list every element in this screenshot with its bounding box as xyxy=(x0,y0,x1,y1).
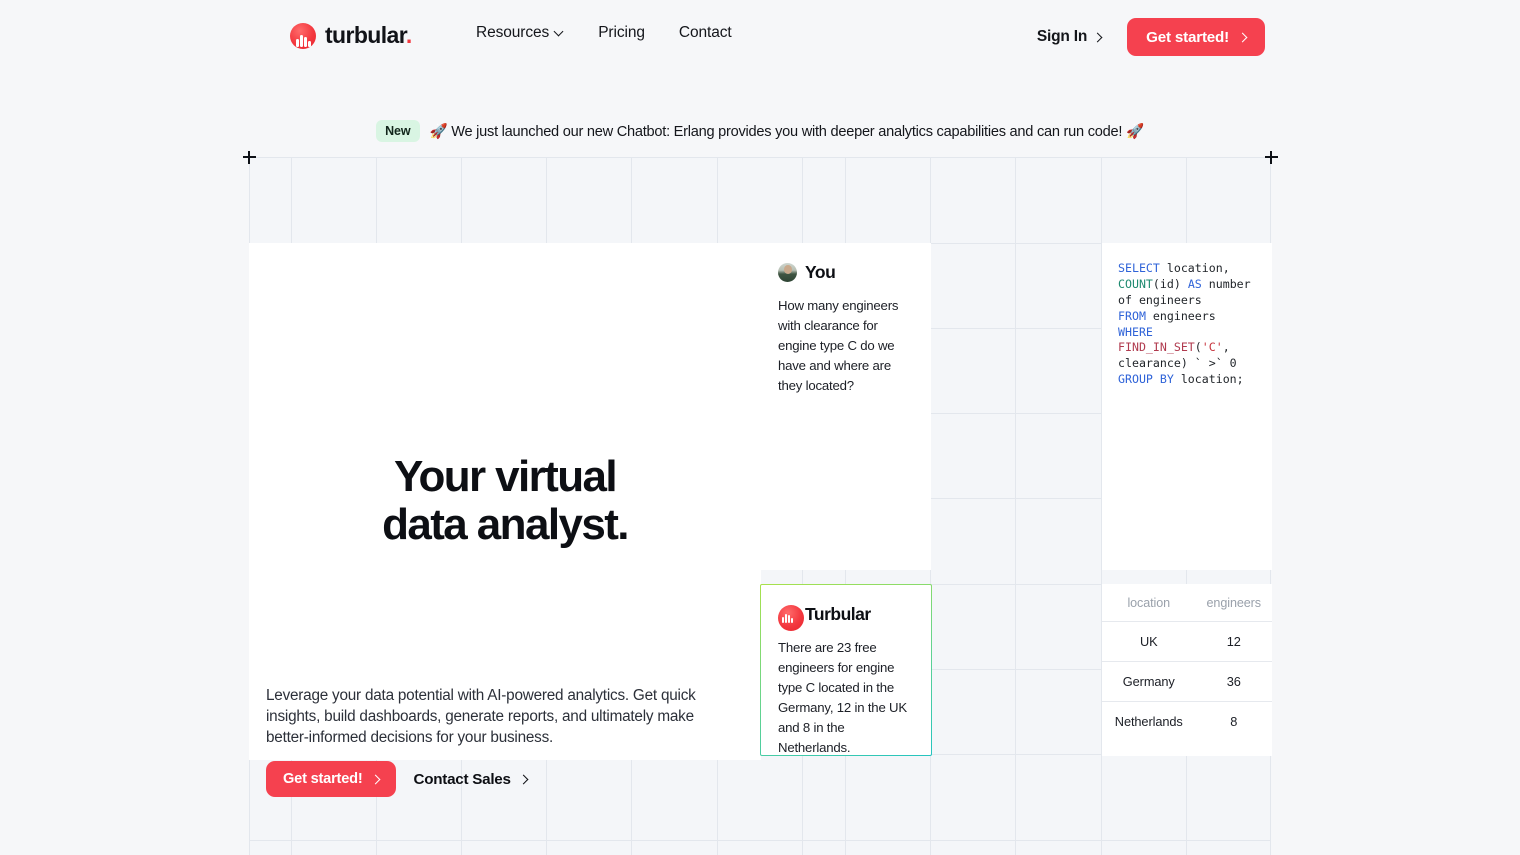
sql-token: AS xyxy=(1187,276,1202,291)
hero-title-line-2: data analyst. xyxy=(382,500,629,550)
chat-assistant-name: Turbular xyxy=(805,604,871,624)
chat-user-message: How many engineers with clearance for en… xyxy=(778,298,899,394)
sql-code-block: SELECT location, COUNT(id) AS number of … xyxy=(1118,261,1260,388)
corner-plus-marker-top-left xyxy=(242,150,256,164)
chevron-right-icon xyxy=(370,774,380,784)
sign-in-label: Sign In xyxy=(1036,28,1088,45)
brand-logo[interactable]: turbular. xyxy=(290,22,412,49)
main-nav: Resources Pricing Contact xyxy=(476,24,732,42)
nav-item-pricing[interactable]: Pricing xyxy=(598,24,645,42)
corner-plus-marker-top-right xyxy=(1264,150,1278,164)
announcement-text: 🚀 We just launched our new Chatbot: Erla… xyxy=(429,124,1145,140)
table-body: UK 12 Germany 36 Netherlands 8 xyxy=(1102,621,1272,742)
nav-label-contact: Contact xyxy=(678,24,732,41)
sql-token: ( xyxy=(1194,340,1202,355)
hero-subtitle: Leverage your data potential with AI-pow… xyxy=(266,687,696,746)
cell-engineers: 12 xyxy=(1195,621,1272,662)
chevron-down-icon xyxy=(555,28,564,37)
table-row: Netherlands 8 xyxy=(1102,702,1272,742)
table-header-row: location engineers xyxy=(1102,584,1272,622)
user-photo-avatar xyxy=(778,263,797,282)
brand-name: turbular. xyxy=(325,22,412,49)
get-started-button-hero[interactable]: Get started! xyxy=(266,761,396,797)
sql-token: FIND_IN_SET xyxy=(1118,340,1195,355)
column-header-engineers: engineers xyxy=(1195,584,1272,622)
cell-location: Netherlands xyxy=(1114,714,1183,729)
sql-token: location; xyxy=(1173,372,1244,387)
sql-token: location, xyxy=(1166,261,1230,275)
get-started-label-header: Get started! xyxy=(1146,28,1229,46)
page-title: Your virtual data analyst. xyxy=(249,452,761,550)
hero-panel: Your virtual data analyst. Leverage your… xyxy=(249,243,761,797)
sql-token: engineers xyxy=(1152,308,1216,323)
nav-item-resources[interactable]: Resources xyxy=(476,24,564,42)
sign-in-link[interactable]: Sign In xyxy=(1036,28,1103,46)
sql-token: FROM xyxy=(1118,308,1146,323)
sql-token: GROUP BY xyxy=(1118,372,1174,387)
sql-code-card: SELECT location, COUNT(id) AS number of … xyxy=(1102,243,1272,570)
nav-label-resources: Resources xyxy=(476,24,550,41)
chat-card-assistant: Turbular There are 23 free engineers for… xyxy=(760,584,932,756)
column-header-location: location xyxy=(1102,584,1196,622)
turbular-dome-logo-icon xyxy=(778,605,804,631)
cell-location: UK xyxy=(1102,621,1196,662)
nav-item-contact[interactable]: Contact xyxy=(679,24,732,42)
chevron-right-icon xyxy=(518,774,529,784)
chat-user-header: You xyxy=(778,262,914,283)
brand-name-text: turbular xyxy=(325,22,406,48)
cell-location: Germany xyxy=(1102,661,1196,702)
hero-title-line-1: Your virtual xyxy=(393,452,618,501)
sql-token: 'C' xyxy=(1201,340,1223,355)
nav-label-pricing: Pricing xyxy=(598,24,645,41)
chat-card-user: You How many engineers with clearance fo… xyxy=(761,243,931,570)
hero-cta-group: Get started! Contact Sales xyxy=(266,761,529,797)
header-actions: Sign In Get started! xyxy=(1037,18,1265,56)
chevron-right-icon xyxy=(1237,32,1248,42)
contact-sales-label: Contact Sales xyxy=(413,770,511,788)
announcement-banner[interactable]: New 🚀 We just launched our new Chatbot: … xyxy=(0,120,1520,142)
sql-token: WHERE xyxy=(1118,324,1153,339)
get-started-label-hero: Get started! xyxy=(283,771,363,787)
query-result-table: location engineers UK 12 Germany 36 Netherla… xyxy=(1102,584,1272,756)
get-started-button-header[interactable]: Get started! xyxy=(1127,18,1265,56)
cell-engineers: 8 xyxy=(1230,714,1238,729)
chevron-right-icon xyxy=(1092,32,1103,42)
table-row: Germany 36 xyxy=(1102,661,1272,702)
page-root: turbular. Resources Pricing Contact Sign… xyxy=(0,0,1520,855)
chat-assistant-header: Turbular xyxy=(778,604,914,631)
cell-engineers: 36 xyxy=(1195,661,1272,702)
table-row: UK 12 xyxy=(1102,621,1272,662)
site-header: turbular. Resources Pricing Contact Sign… xyxy=(0,0,1520,72)
sql-token: (id) xyxy=(1152,276,1188,291)
contact-sales-link[interactable]: Contact Sales xyxy=(413,770,529,788)
new-badge: New xyxy=(376,120,420,142)
brand-name-dot: . xyxy=(405,22,412,48)
sql-token: SELECT xyxy=(1118,261,1160,275)
sql-token: COUNT xyxy=(1118,276,1153,291)
chat-assistant-message: There are 23 free engineers for engine t… xyxy=(778,640,907,756)
chat-user-name: You xyxy=(805,262,836,282)
turbular-dome-logo-icon xyxy=(290,22,316,49)
hero-stage: Your virtual data analyst. Leverage your… xyxy=(242,150,1278,855)
